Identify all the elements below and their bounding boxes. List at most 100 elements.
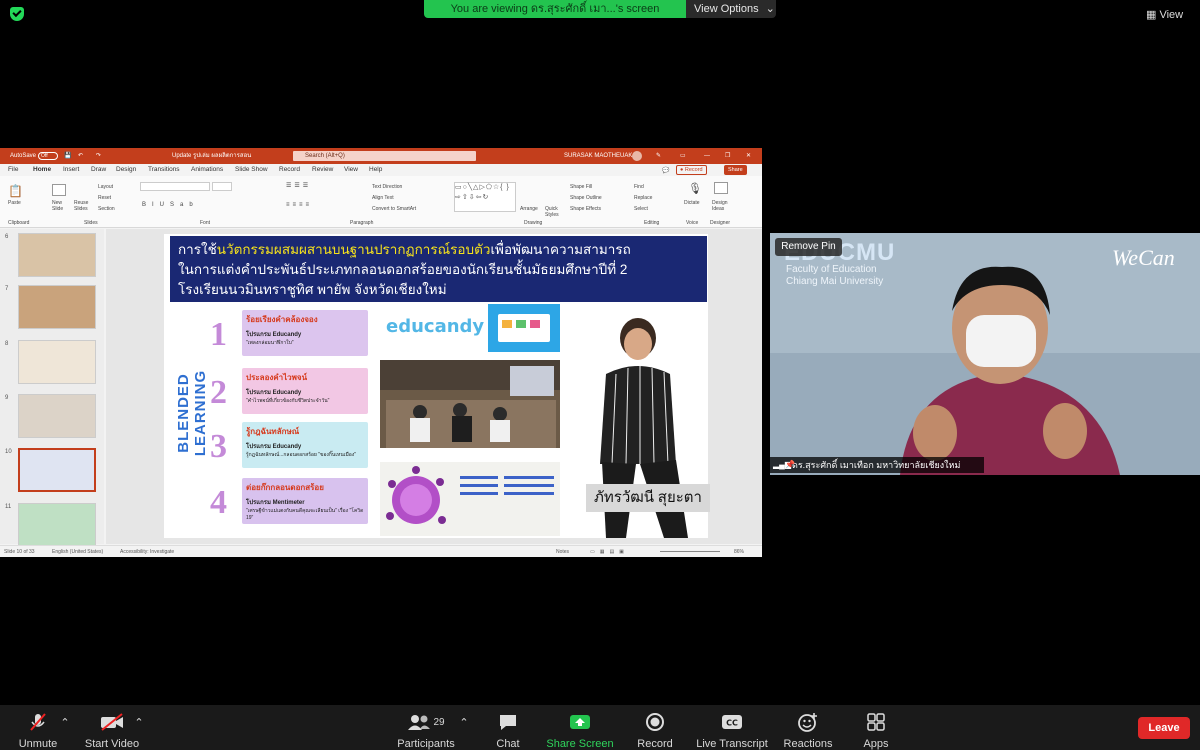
video-options-caret[interactable]: ⌃: [132, 705, 146, 750]
ppt-statusbar: Slide 10 of 33 English (United States) A…: [0, 545, 762, 557]
zoom-level[interactable]: 86%: [734, 546, 744, 557]
leave-button[interactable]: Leave: [1138, 717, 1190, 739]
restore-icon[interactable]: ❐: [725, 148, 730, 164]
menu-help[interactable]: Help: [369, 164, 382, 176]
educandy-logo: educandy: [380, 304, 484, 352]
record-meeting-button[interactable]: Record: [630, 705, 680, 750]
chat-button[interactable]: Chat: [488, 705, 528, 750]
thumb-number: 9: [5, 395, 9, 401]
shape-outline-button[interactable]: Shape Outline: [570, 195, 602, 201]
participants-caret[interactable]: ⌃: [458, 705, 470, 750]
step-note: "เศรษฐีข้าวแม่แตงกับคนดีคุณจะเลียนเป็น" …: [246, 508, 364, 521]
paste-label[interactable]: Paste: [8, 200, 21, 206]
ribbon-display-icon[interactable]: ▭: [680, 148, 686, 164]
minimize-icon[interactable]: —: [704, 148, 710, 164]
participants-button[interactable]: 29 Participants: [394, 705, 458, 750]
educandy-screenshot: [488, 304, 560, 352]
security-shield-icon[interactable]: [10, 7, 24, 21]
live-transcript-button[interactable]: CC Live Transcript: [692, 705, 772, 750]
save-icon[interactable]: 💾: [64, 148, 71, 164]
menu-record[interactable]: Record: [279, 164, 300, 176]
thumb-number: 10: [5, 449, 12, 455]
text-direction-button[interactable]: Text Direction: [372, 184, 402, 190]
menu-slide-show[interactable]: Slide Show: [235, 164, 268, 176]
step-card: 4 ต่อยก๊กกลอนดอกสร้อย โปรแกรม Mentimeter…: [204, 478, 374, 526]
audio-options-caret[interactable]: ⌃: [58, 705, 72, 750]
layout-button[interactable]: Layout: [98, 184, 113, 190]
zoom-slider[interactable]: [660, 551, 720, 552]
view-options-button[interactable]: View Options ⌄: [686, 0, 776, 18]
reset-button[interactable]: Reset: [98, 195, 111, 201]
view-mode-buttons[interactable]: ▭▦▤▣: [590, 546, 629, 557]
shapes-gallery[interactable]: ▭○╲△▷⬠☆{ }⇨⇧⇩⇦↻: [454, 182, 516, 212]
shape-fill-button[interactable]: Shape Fill: [570, 184, 592, 190]
share-screen-button[interactable]: Share Screen: [544, 705, 616, 750]
undo-icon[interactable]: ↶: [78, 148, 83, 164]
design-ideas-button[interactable]: Design Ideas: [712, 200, 734, 212]
step-number: 3: [210, 428, 227, 465]
reactions-button[interactable]: Reactions: [780, 705, 836, 750]
section-button[interactable]: Section: [98, 206, 115, 212]
find-button[interactable]: Find: [634, 184, 644, 190]
ppt-search-box[interactable]: Search (Alt+Q): [293, 151, 476, 161]
slide-thumbnail-pane[interactable]: 6 7 8 9 10 11: [0, 229, 104, 547]
menu-animations[interactable]: Animations: [191, 164, 223, 176]
user-avatar[interactable]: [632, 151, 642, 161]
pen-icon[interactable]: ✎: [656, 148, 661, 164]
apps-button[interactable]: Apps: [856, 705, 896, 750]
notes-button[interactable]: Notes: [556, 546, 569, 557]
new-slide-icon[interactable]: [52, 184, 66, 196]
slide-thumbnail[interactable]: [18, 285, 96, 329]
slide-thumbnail[interactable]: [18, 340, 96, 384]
menu-draw[interactable]: Draw: [91, 164, 106, 176]
align-text-button[interactable]: Align Text: [372, 195, 394, 201]
app-screenshot-image: [498, 314, 550, 342]
menu-design[interactable]: Design: [116, 164, 136, 176]
font-size-box[interactable]: [212, 182, 232, 191]
step-number: 2: [210, 374, 227, 411]
new-slide-label[interactable]: New Slide: [52, 200, 72, 212]
slide-thumbnail-selected[interactable]: [18, 448, 96, 492]
autosave-toggle[interactable]: Off: [38, 152, 58, 160]
slide-thumbnail[interactable]: [18, 503, 96, 547]
quick-styles-button[interactable]: Quick Styles: [545, 206, 565, 218]
slide-thumbnail[interactable]: [18, 233, 96, 277]
microphone-icon[interactable]: 🎙: [688, 182, 702, 195]
reuse-slides-label[interactable]: Reuse Slides: [74, 200, 94, 212]
arrange-button[interactable]: Arrange: [520, 206, 538, 212]
close-icon[interactable]: ✕: [746, 148, 751, 164]
shape-effects-button[interactable]: Shape Effects: [570, 206, 601, 212]
voice-group-label: Voice: [686, 220, 699, 226]
pinned-video-tile[interactable]: EDUCMU Faculty of Education Chiang Mai U…: [770, 233, 1200, 475]
select-button[interactable]: Select: [634, 206, 648, 212]
paste-icon[interactable]: 📋: [8, 184, 23, 198]
unmute-button[interactable]: Unmute: [14, 705, 62, 750]
record-button-label: Record: [684, 167, 703, 173]
chat-bubble-icon: [488, 711, 528, 733]
redo-icon[interactable]: ↷: [96, 148, 101, 164]
menu-review[interactable]: Review: [312, 164, 333, 176]
menu-view[interactable]: View: [344, 164, 358, 176]
menu-transitions[interactable]: Transitions: [148, 164, 180, 176]
record-button[interactable]: ● Record: [676, 165, 707, 175]
replace-button[interactable]: Replace: [634, 195, 652, 201]
view-button[interactable]: ▦ View: [1146, 6, 1192, 24]
dictate-button[interactable]: Dictate: [684, 200, 700, 206]
pin-icon: 📌: [785, 460, 795, 469]
language-status[interactable]: English (United States): [52, 546, 103, 557]
list-buttons[interactable]: ☰☰☰: [286, 182, 311, 189]
design-ideas-icon[interactable]: [714, 182, 728, 194]
slide-thumbnail[interactable]: [18, 394, 96, 438]
slides-group-label: Slides: [84, 220, 98, 226]
user-name: SURASAK MAOTHEUAK: [564, 153, 633, 159]
accessibility-status[interactable]: Accessibility: Investigate: [120, 546, 174, 557]
remove-pin-button[interactable]: Remove Pin: [775, 238, 842, 256]
menu-file[interactable]: File: [8, 164, 18, 176]
document-title[interactable]: Update รูปเล่ม ผลผลิตการสอน: [172, 148, 251, 164]
menu-insert[interactable]: Insert: [63, 164, 79, 176]
convert-smartart-button[interactable]: Convert to SmartArt: [372, 206, 416, 212]
font-format-buttons[interactable]: BIUSab: [142, 202, 199, 208]
font-name-box[interactable]: [140, 182, 210, 191]
align-buttons[interactable]: ≡≡≡≡: [286, 202, 312, 208]
share-button[interactable]: Share: [724, 165, 747, 175]
